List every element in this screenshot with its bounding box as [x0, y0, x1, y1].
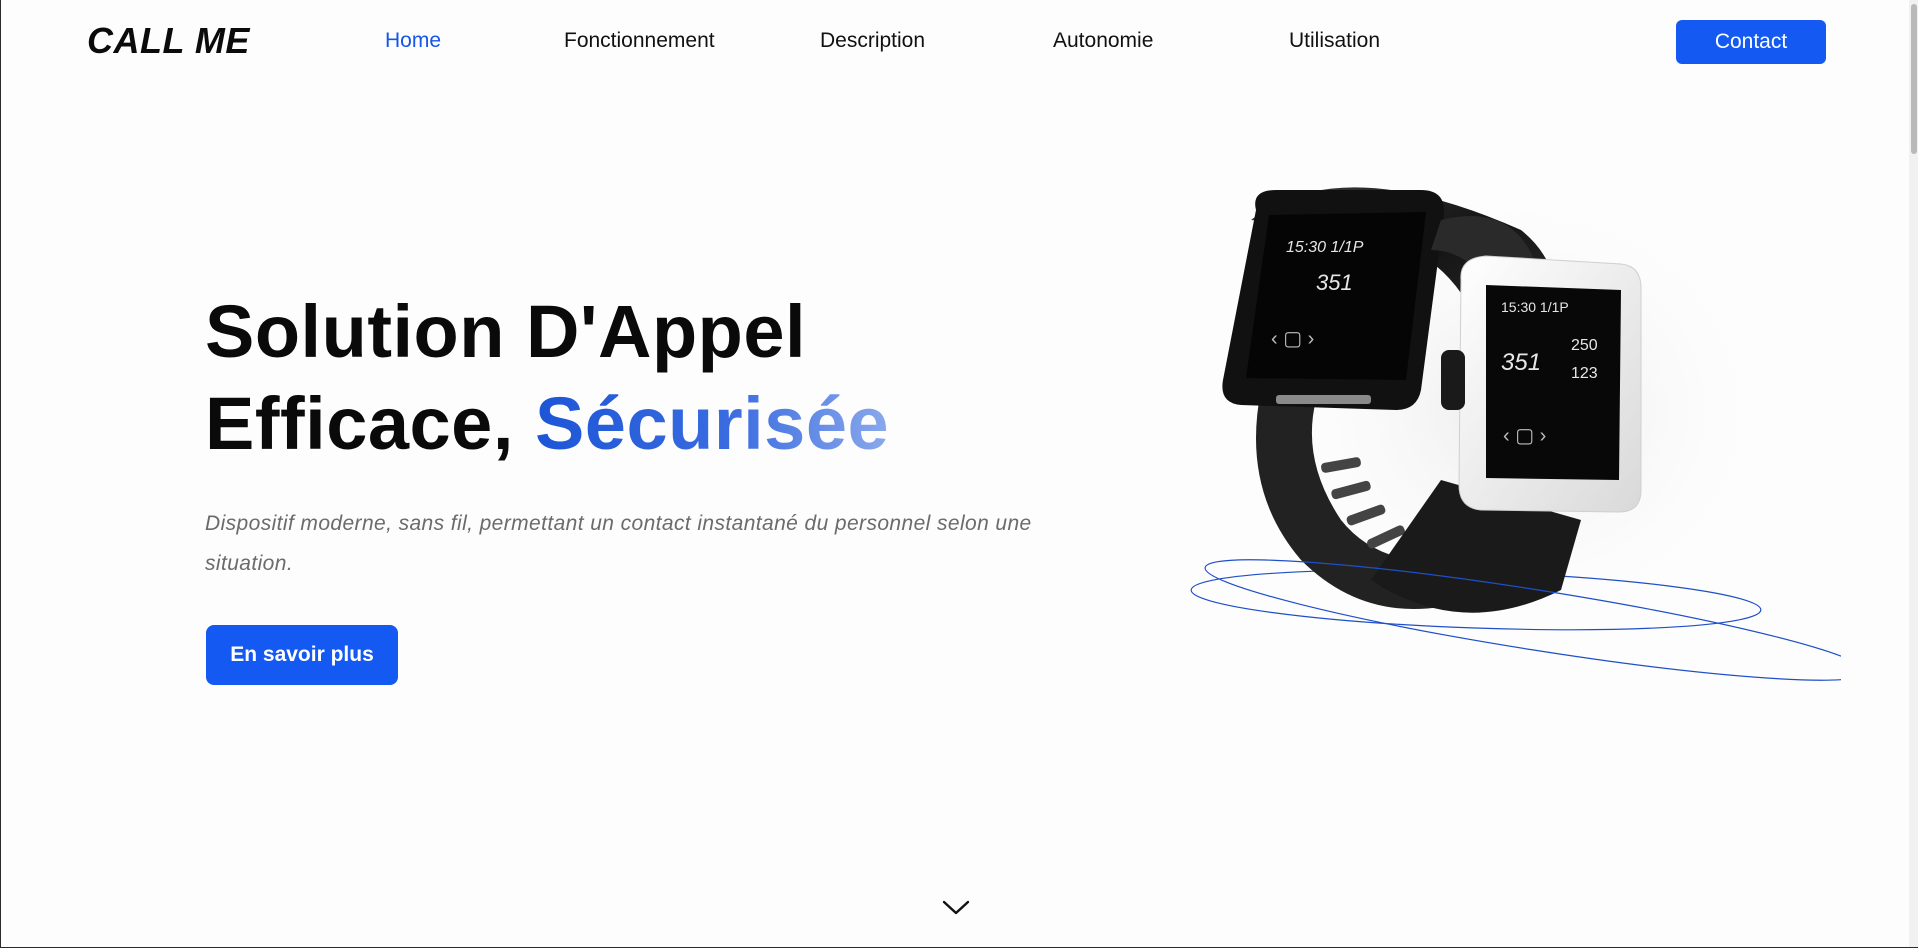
hero-title: Solution D'Appel Efficace, Sécurisée — [205, 286, 889, 470]
learn-more-button[interactable]: En savoir plus — [206, 625, 398, 685]
nav-item-autonomie[interactable]: Autonomie — [1053, 29, 1153, 53]
nav-item-home[interactable]: Home — [385, 29, 441, 53]
scroll-down-button[interactable] — [941, 896, 971, 920]
hero-description: Dispositif moderne, sans fil, permettant… — [205, 512, 1032, 575]
nav-item-description[interactable]: Description — [820, 29, 925, 53]
black-watch-number: 351 — [1316, 270, 1353, 295]
svg-text:‹ ▢ ›: ‹ ▢ › — [1271, 328, 1314, 350]
contact-button[interactable]: Contact — [1676, 20, 1826, 64]
smartwatch-pair-image: 15:30 1/1P 351 ‹ ▢ › 15:30 1/1P 351 250 … — [1141, 160, 1868, 690]
brand-logo[interactable]: CALL ME — [87, 20, 250, 62]
page-scrollbar-thumb[interactable] — [1911, 4, 1917, 154]
white-watch-line2: 123 — [1571, 365, 1598, 382]
white-watch-line1: 250 — [1571, 337, 1598, 354]
white-watch-number: 351 — [1501, 349, 1541, 376]
black-watch-status: 15:30 1/1P — [1286, 239, 1364, 256]
hero-title-line1: Solution D'Appel — [205, 290, 807, 373]
nav-item-fonctionnement[interactable]: Fonctionnement — [564, 29, 715, 53]
hero-title-accent: Sécurisée — [534, 382, 890, 465]
site-header: CALL ME Home Fonctionnement Description … — [1, 0, 1901, 84]
page-viewport: CALL ME Home Fonctionnement Description … — [0, 0, 1918, 948]
white-watch-status: 15:30 1/1P — [1501, 299, 1569, 315]
nav-item-utilisation[interactable]: Utilisation — [1289, 29, 1380, 53]
chevron-down-icon — [942, 900, 970, 915]
hero-title-line2-prefix: Efficace, — [205, 382, 535, 465]
smartwatch-illustration: 15:30 1/1P 351 ‹ ▢ › 15:30 1/1P 351 250 … — [1190, 180, 1868, 681]
svg-text:‹ ▢ ›: ‹ ▢ › — [1503, 425, 1546, 447]
